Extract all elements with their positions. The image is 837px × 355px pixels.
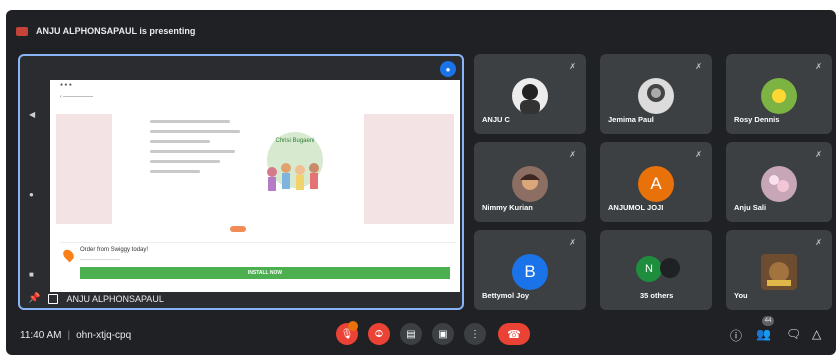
presenting-banner: ANJU ALPHONSAPAUL is presenting: [16, 20, 195, 42]
self-name: You: [734, 291, 748, 300]
presenter-name: ANJU ALPHONSAPAUL: [66, 293, 164, 304]
activities-icon[interactable]: △: [812, 327, 821, 341]
ad-subtitle: ——————————: [80, 256, 120, 261]
presenter-label: 📌 ANJU ALPHONSAPAUL: [28, 293, 164, 304]
mic-off-icon: ✗: [815, 238, 822, 247]
browser-url-bar: ‹ ——————: [60, 94, 94, 100]
participant-avatar: [638, 78, 674, 114]
participant-name: ANJU C: [482, 115, 510, 124]
page-text-lines: [150, 120, 250, 180]
participant-name: Jemima Paul: [608, 115, 654, 124]
shared-screen: ● ● ● ‹ —————— Chrisi Bugaeni Order from…: [50, 80, 460, 292]
participant-tile[interactable]: ✗ Rosy Dennis: [726, 54, 832, 134]
camera-off-icon: ⦹: [375, 328, 383, 340]
presenting-text: ANJU ALPHONSAPAUL is presenting: [36, 26, 196, 36]
mic-off-icon: ✗: [695, 62, 702, 71]
participant-avatar: [761, 78, 797, 114]
scroll-indicator: [230, 226, 246, 232]
children-illustration: Chrisi Bugaeni: [267, 132, 323, 191]
self-tile[interactable]: ✗ You: [726, 230, 832, 310]
presentation-stage[interactable]: ● ◀ ● ■ ● ● ● ‹ —————— Chrisi Bugaeni Or…: [18, 54, 464, 310]
participant-avatar: [761, 254, 797, 290]
person-photo-icon: [520, 84, 540, 114]
meeting-code: ohn-xtjq-cpq: [76, 330, 132, 341]
bear-photo-icon: [767, 262, 791, 286]
install-now-button: INSTALL NOW: [80, 267, 450, 279]
mic-off-icon: ✗: [815, 150, 822, 159]
home-nav-icon: ●: [29, 190, 34, 199]
participant-tile[interactable]: ✗ Nimmy Kurian: [474, 142, 586, 222]
participant-avatar: N: [636, 256, 662, 282]
illustration-label: Chrisi Bugaeni: [275, 138, 314, 144]
flower-photo-icon: [769, 175, 789, 192]
mic-off-icon: ✗: [815, 62, 822, 71]
people-count-badge: 44: [762, 316, 774, 326]
participant-tile[interactable]: ✗ ANJU C: [474, 54, 586, 134]
participant-name: ANJUMOL JOJI: [608, 203, 664, 212]
phone-hangup-icon: ☎: [507, 328, 521, 341]
location-pin-icon: [61, 247, 76, 263]
participant-avatar: [761, 166, 797, 202]
captions-icon: ▤: [406, 328, 416, 340]
participant-tile[interactable]: ✗ Anju Sali: [726, 142, 832, 222]
participant-avatar: [512, 166, 548, 202]
mic-warning-badge: [348, 321, 358, 331]
person-photo-icon: [520, 174, 540, 190]
meeting-info: 11:40 AM | ohn-xtjq-cpq: [20, 330, 132, 341]
participant-avatar: [512, 78, 548, 114]
swiggy-ad-banner: Order from Swiggy today! —————————— INST…: [60, 242, 456, 288]
participant-name: Nimmy Kurian: [482, 203, 533, 212]
clock-time: 11:40 AM: [20, 330, 62, 341]
participant-name: Bettymol Joy: [482, 291, 530, 300]
back-nav-icon: ◀: [29, 110, 36, 119]
recents-nav-icon: ■: [29, 270, 34, 279]
participant-tile[interactable]: ✗ Jemima Paul: [600, 54, 712, 134]
meet-window: ANJU ALPHONSAPAUL is presenting ● ◀ ● ■ …: [6, 10, 836, 355]
present-screen-icon: ▣: [438, 328, 448, 340]
mic-off-icon: ✗: [569, 150, 576, 159]
participant-avatar-stack: [660, 258, 680, 278]
participant-tile[interactable]: ✗ B Bettymol Joy: [474, 230, 586, 310]
pin-icon[interactable]: 📌: [28, 293, 40, 304]
participant-avatar: A: [638, 166, 674, 202]
person-photo-icon: [647, 84, 665, 102]
leave-call-button[interactable]: ☎: [498, 323, 530, 345]
more-vert-icon: ⋮: [470, 328, 480, 340]
phone-status-bar: ● ● ●: [60, 82, 72, 88]
participant-name: Anju Sali: [734, 203, 767, 212]
present-icon: [16, 26, 28, 36]
others-count: 35 others: [640, 291, 674, 300]
phone-nav-bar: ◀ ● ■: [20, 80, 50, 290]
page-panel-left: [56, 114, 112, 224]
present-button[interactable]: ▣: [432, 323, 454, 345]
chat-icon[interactable]: 🗨: [786, 327, 801, 341]
mic-off-icon: ✗: [569, 62, 576, 71]
people-icon[interactable]: 👥: [756, 327, 771, 341]
info-icon[interactable]: ⓘ: [730, 327, 742, 344]
page-panel-right: [364, 114, 454, 224]
ad-title: Order from Swiggy today!: [80, 247, 149, 253]
control-bar: 11:40 AM | ohn-xtjq-cpq 🎙 ⦹ ▤ ▣ ⋮ ☎ ⓘ 👥 44…: [6, 313, 836, 355]
others-tile[interactable]: N 35 others: [600, 230, 712, 310]
participant-name: Rosy Dennis: [734, 115, 780, 124]
participant-tile[interactable]: ✗ A ANJUMOL JOJI: [600, 142, 712, 222]
flower-photo-icon: [772, 89, 786, 103]
mic-off-icon: ✗: [695, 150, 702, 159]
screen-share-icon: [48, 293, 59, 304]
more-options-button[interactable]: ⋮: [464, 323, 486, 345]
camera-button[interactable]: ⦹: [368, 323, 390, 345]
captions-button[interactable]: ▤: [400, 323, 422, 345]
audio-indicator-icon: ●: [440, 61, 456, 77]
mic-off-icon: ✗: [569, 238, 576, 247]
participant-avatar: B: [512, 254, 548, 290]
